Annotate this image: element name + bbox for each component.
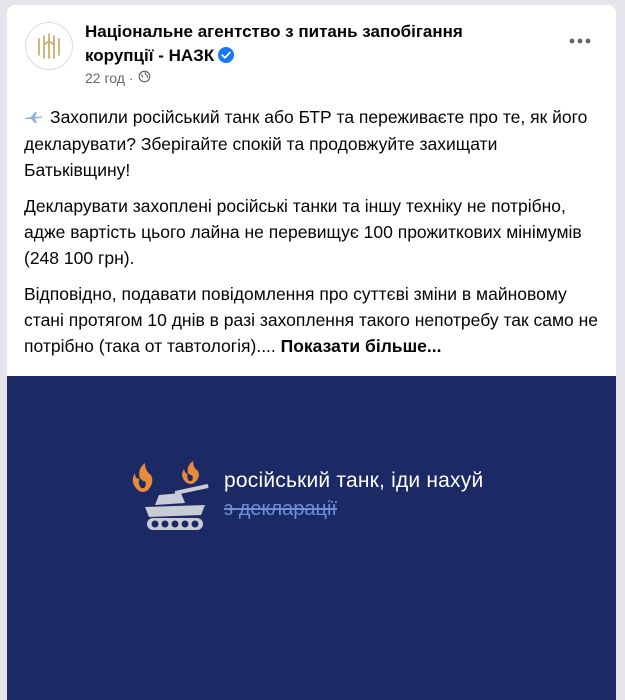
burning-tank-icon — [132, 461, 209, 530]
nazk-logo-icon — [38, 33, 60, 59]
post-paragraph-3: Відповідно, подавати повідомлення про су… — [24, 281, 604, 359]
paragraph-1-text: Захопили російський танк або БТР та пере… — [24, 107, 588, 180]
more-options-icon — [569, 38, 591, 44]
media-struck-text: з декларації — [224, 498, 337, 520]
verified-badge-icon — [218, 47, 235, 63]
post-image[interactable]: російський танк, іди нахуй з декларації — [7, 376, 616, 700]
globe-icon — [138, 70, 151, 86]
media-headline: російський танк, іди нахуй — [224, 469, 484, 492]
page-avatar[interactable] — [25, 22, 73, 70]
post-paragraph-1: Захопили російський танк або БТР та пере… — [24, 104, 604, 183]
feed-background: Національне агентство з питань запобіган… — [0, 0, 625, 700]
post-paragraph-2: Декларувати захоплені російські танки та… — [24, 196, 582, 268]
see-more-link[interactable]: Показати більше... — [281, 336, 442, 356]
meta-separator: · — [128, 70, 134, 86]
post-timestamp[interactable]: 22 год — [85, 70, 125, 86]
post-header: Національне агентство з питань запобіган… — [7, 5, 616, 105]
page-name-text: Національне агентство з питань запобіган… — [85, 22, 463, 65]
more-options-button[interactable] — [566, 27, 594, 55]
post-body: Захопили російський танк або БТР та пере… — [24, 104, 604, 369]
post-meta: 22 год · — [85, 70, 151, 86]
airplane-emoji-icon — [24, 105, 44, 131]
post-card: Національне агентство з питань запобіган… — [7, 5, 616, 700]
page-name-link[interactable]: Національне агентство з питань запобіган… — [85, 20, 515, 68]
